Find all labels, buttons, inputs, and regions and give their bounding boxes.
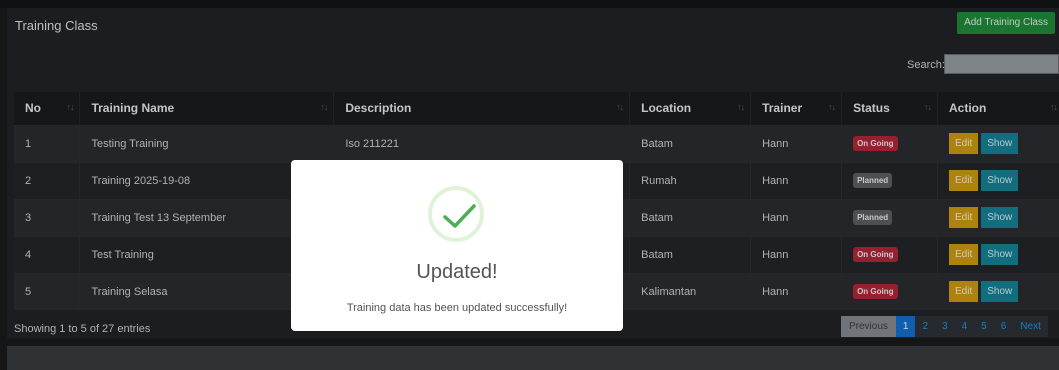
modal-message: Training data has been updated successfu…: [346, 302, 568, 314]
check-icon: [428, 186, 484, 242]
modal-title: Updated!: [416, 261, 498, 283]
success-modal: Updated! Training data has been updated …: [291, 160, 623, 331]
